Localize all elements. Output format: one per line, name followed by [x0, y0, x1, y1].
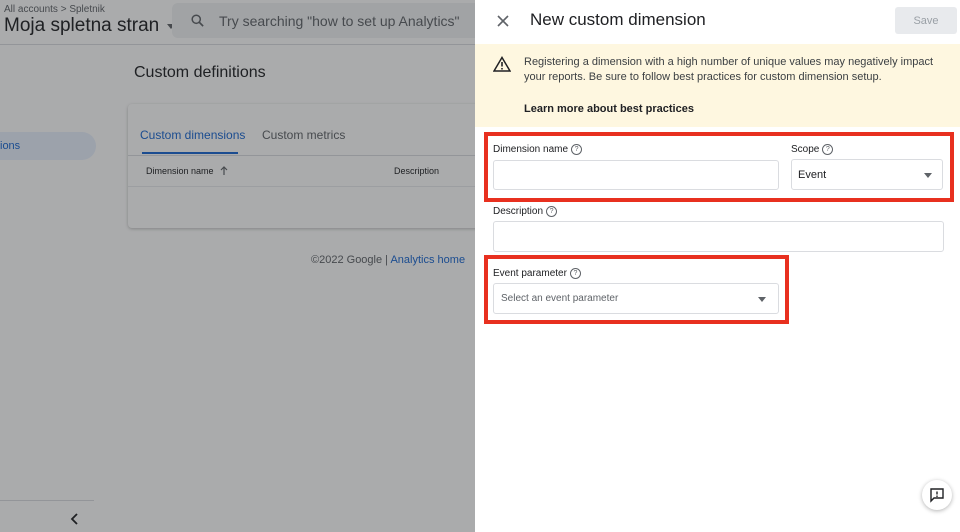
- feedback-icon: [930, 488, 944, 503]
- label-text: Description: [493, 206, 544, 217]
- panel-title: New custom dimension: [530, 10, 706, 29]
- scope-label: Scope ?: [791, 144, 834, 155]
- label-text: Dimension name: [493, 144, 569, 155]
- best-practices-link[interactable]: Learn more about best practices: [524, 103, 694, 115]
- save-button[interactable]: Save: [895, 7, 957, 34]
- dimension-name-input[interactable]: [493, 160, 779, 190]
- description-input[interactable]: [493, 221, 944, 252]
- scope-value: Event: [798, 169, 827, 181]
- new-custom-dimension-panel: New custom dimension Save Registering a …: [475, 0, 960, 532]
- help-icon[interactable]: ?: [571, 144, 583, 155]
- close-icon[interactable]: [495, 13, 511, 29]
- help-icon[interactable]: ?: [569, 268, 581, 279]
- event-parameter-placeholder: Select an event parameter: [501, 293, 619, 304]
- dropdown-arrow-icon: [924, 173, 932, 178]
- scope-select[interactable]: Event: [791, 159, 943, 190]
- help-icon[interactable]: ?: [546, 206, 558, 217]
- dropdown-arrow-icon: [758, 297, 766, 302]
- label-text: Event parameter: [493, 268, 567, 279]
- warning-icon: [493, 56, 511, 72]
- panel-header: New custom dimension Save: [475, 0, 960, 44]
- event-parameter-label: Event parameter ?: [493, 268, 581, 279]
- warning-text: Registering a dimension with a high numb…: [524, 56, 934, 83]
- warning-banner: Registering a dimension with a high numb…: [475, 44, 960, 127]
- dimension-name-label: Dimension name ?: [493, 144, 583, 155]
- description-label: Description ?: [493, 206, 558, 217]
- help-icon[interactable]: ?: [822, 144, 834, 155]
- modal-scrim[interactable]: [0, 0, 475, 532]
- event-parameter-select[interactable]: Select an event parameter: [493, 283, 779, 314]
- label-text: Scope: [791, 144, 820, 155]
- feedback-button[interactable]: [922, 480, 952, 510]
